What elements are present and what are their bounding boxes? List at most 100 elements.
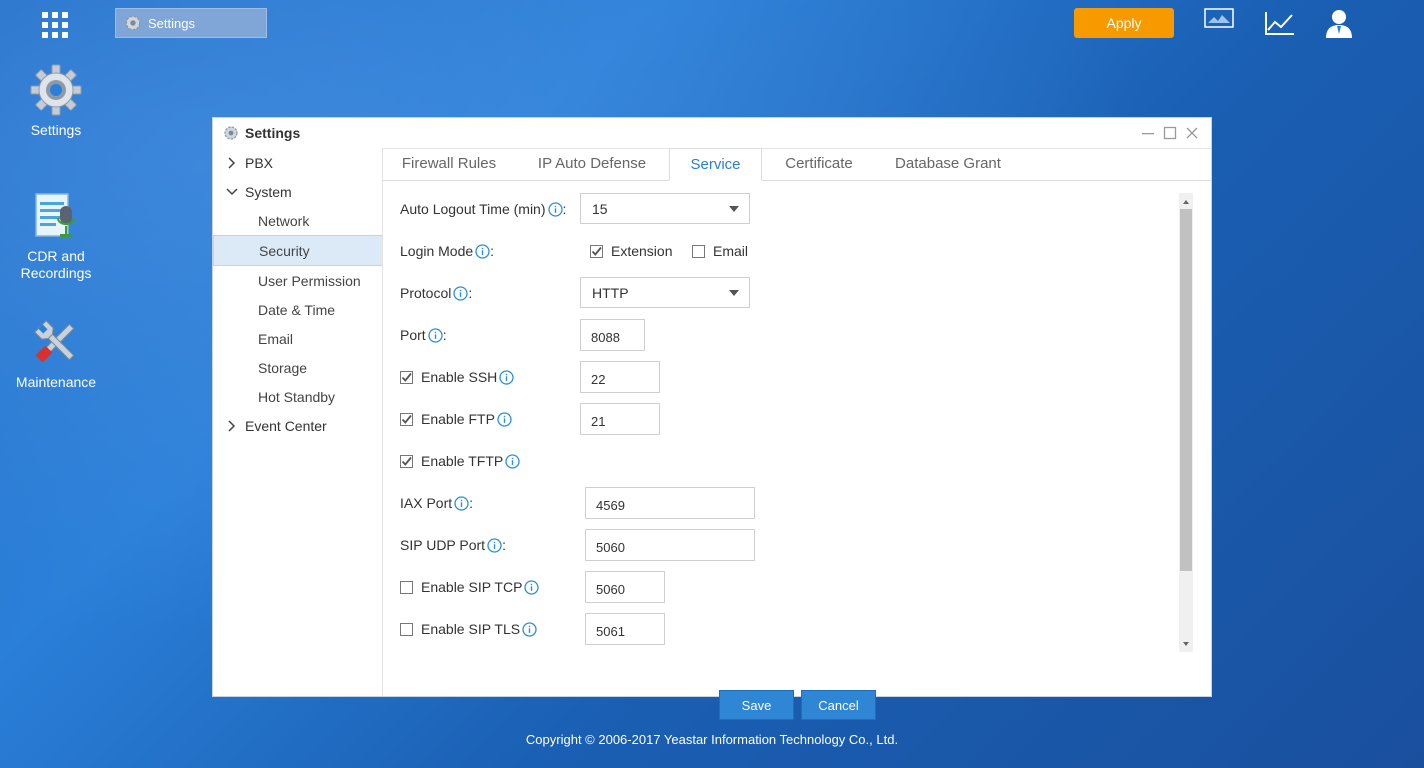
chevron-down-icon [729, 206, 739, 212]
info-icon[interactable] [497, 411, 512, 427]
close-icon[interactable] [1185, 126, 1199, 140]
info-icon[interactable] [499, 369, 514, 385]
window-title: Settings [245, 125, 301, 141]
sidebar-item-network[interactable]: Network [213, 206, 382, 235]
sidebar-item-hot-standby[interactable]: Hot Standby [213, 382, 382, 411]
ssh-row: Enable SSH [400, 361, 514, 393]
info-icon[interactable] [475, 243, 490, 259]
sidebar-group-system[interactable]: System [213, 177, 382, 206]
ssh-port-input[interactable] [580, 361, 660, 393]
settings-sidebar: PBX System Network Security User Permiss… [213, 148, 383, 696]
info-icon[interactable] [505, 453, 520, 469]
ftp-checkbox[interactable] [400, 412, 413, 426]
gear-icon [0, 64, 112, 116]
tftp-label: Enable TFTP [421, 453, 504, 469]
save-button[interactable]: Save [719, 690, 794, 720]
desktop-maintenance-icon[interactable]: Maintenance [0, 316, 112, 391]
auto-logout-label: Auto Logout Time (min) [400, 201, 546, 217]
tools-icon [0, 316, 112, 368]
tab-database-grant[interactable]: Database Grant [881, 148, 1015, 180]
tab-firewall-rules[interactable]: Firewall Rules [383, 148, 515, 180]
apply-button[interactable]: Apply [1074, 8, 1174, 38]
info-icon[interactable] [547, 201, 563, 217]
port-input[interactable] [580, 319, 645, 351]
auto-logout-select[interactable]: 15 [580, 193, 750, 224]
gear-icon [223, 125, 239, 141]
port-label: Port [400, 327, 426, 343]
tftp-row: Enable TFTP [400, 445, 520, 477]
login-mode-extension-option[interactable]: Extension [590, 235, 672, 267]
sidebar-group-pbx[interactable]: PBX [213, 148, 382, 177]
sip-tls-checkbox[interactable] [400, 622, 413, 636]
colon: : [562, 201, 567, 217]
desktop-icon-label: CDR and Recordings [20, 248, 92, 281]
extension-checkbox[interactable] [590, 244, 603, 258]
sidebar-item-user-permission[interactable]: User Permission [213, 266, 382, 295]
chevron-down-icon [729, 290, 739, 296]
tab-bar: Firewall Rules IP Auto Defense Service C… [383, 148, 1211, 181]
sip-tls-port-input[interactable] [585, 613, 665, 645]
protocol-label: Protocol [400, 285, 452, 301]
tab-certificate[interactable]: Certificate [771, 148, 867, 180]
broken-image-icon[interactable] [1204, 8, 1234, 33]
sip-tcp-port-input[interactable] [585, 571, 665, 603]
sip-udp-port-input[interactable] [585, 529, 755, 561]
settings-window: Settings PBX System Network Security Use… [212, 117, 1212, 720]
window-titlebar[interactable]: Settings [213, 118, 1211, 149]
desktop-icon-label: Maintenance [15, 374, 97, 390]
iax-port-label: IAX Port [400, 495, 453, 511]
colon: : [502, 537, 506, 553]
form-scrollbar[interactable] [1179, 193, 1193, 652]
ftp-label: Enable FTP [421, 411, 495, 427]
info-icon[interactable] [453, 285, 469, 301]
minimize-icon[interactable] [1141, 126, 1155, 140]
desktop-cdr-recordings-icon[interactable]: CDR and Recordings [0, 190, 112, 282]
sidebar-item-storage[interactable]: Storage [213, 353, 382, 382]
sip-udp-port-label: SIP UDP Port [400, 537, 486, 553]
tftp-checkbox[interactable] [400, 454, 413, 468]
sidebar-group-event-center[interactable]: Event Center [213, 411, 382, 440]
ftp-port-input[interactable] [580, 403, 660, 435]
ssh-checkbox[interactable] [400, 370, 413, 384]
sip-tcp-row: Enable SIP TCP [400, 571, 540, 603]
gear-icon [124, 14, 142, 32]
taskbar-settings-tab[interactable]: Settings [115, 8, 267, 38]
cancel-button[interactable]: Cancel [801, 690, 876, 720]
sip-tcp-checkbox[interactable] [400, 580, 413, 594]
tab-ip-auto-defense[interactable]: IP Auto Defense [525, 148, 659, 180]
settings-main: Firewall Rules IP Auto Defense Service C… [383, 148, 1211, 720]
auto-logout-row: Auto Logout Time (min) : [400, 193, 566, 225]
desktop-settings-icon[interactable]: Settings [0, 64, 112, 139]
info-icon[interactable] [428, 327, 443, 343]
copyright-footer: Copyright © 2006-2017 Yeastar Informatio… [525, 732, 899, 747]
user-icon[interactable] [1324, 8, 1354, 41]
sip-tcp-label: Enable SIP TCP [421, 579, 523, 595]
tab-service[interactable]: Service [669, 148, 762, 181]
info-icon[interactable] [487, 537, 502, 553]
iax-port-row: IAX Port : [400, 487, 473, 519]
sidebar-item-email[interactable]: Email [213, 324, 382, 353]
login-mode-email-option[interactable]: Email [692, 235, 748, 267]
protocol-value: HTTP [592, 284, 629, 301]
protocol-select[interactable]: HTTP [580, 277, 750, 308]
sidebar-item-date-time[interactable]: Date & Time [213, 295, 382, 324]
iax-port-input[interactable] [585, 487, 755, 519]
line-chart-icon[interactable] [1264, 10, 1296, 39]
auto-logout-value: 15 [592, 200, 608, 217]
sidebar-item-security[interactable]: Security [213, 235, 382, 266]
info-icon[interactable] [454, 495, 469, 511]
port-row: Port : [400, 319, 447, 351]
apps-grid-icon[interactable] [42, 12, 68, 38]
taskbar-tab-label: Settings [148, 15, 195, 31]
colon: : [469, 495, 474, 511]
info-icon[interactable] [524, 579, 540, 595]
protocol-row: Protocol : [400, 277, 472, 309]
maximize-icon[interactable] [1163, 126, 1177, 140]
email-checkbox[interactable] [692, 244, 705, 258]
chevron-right-icon [225, 156, 239, 169]
login-mode-row: Login Mode : [400, 235, 494, 267]
recordings-icon [0, 190, 112, 242]
info-icon[interactable] [522, 621, 537, 637]
colon: : [490, 243, 495, 259]
chevron-right-icon [225, 419, 239, 432]
